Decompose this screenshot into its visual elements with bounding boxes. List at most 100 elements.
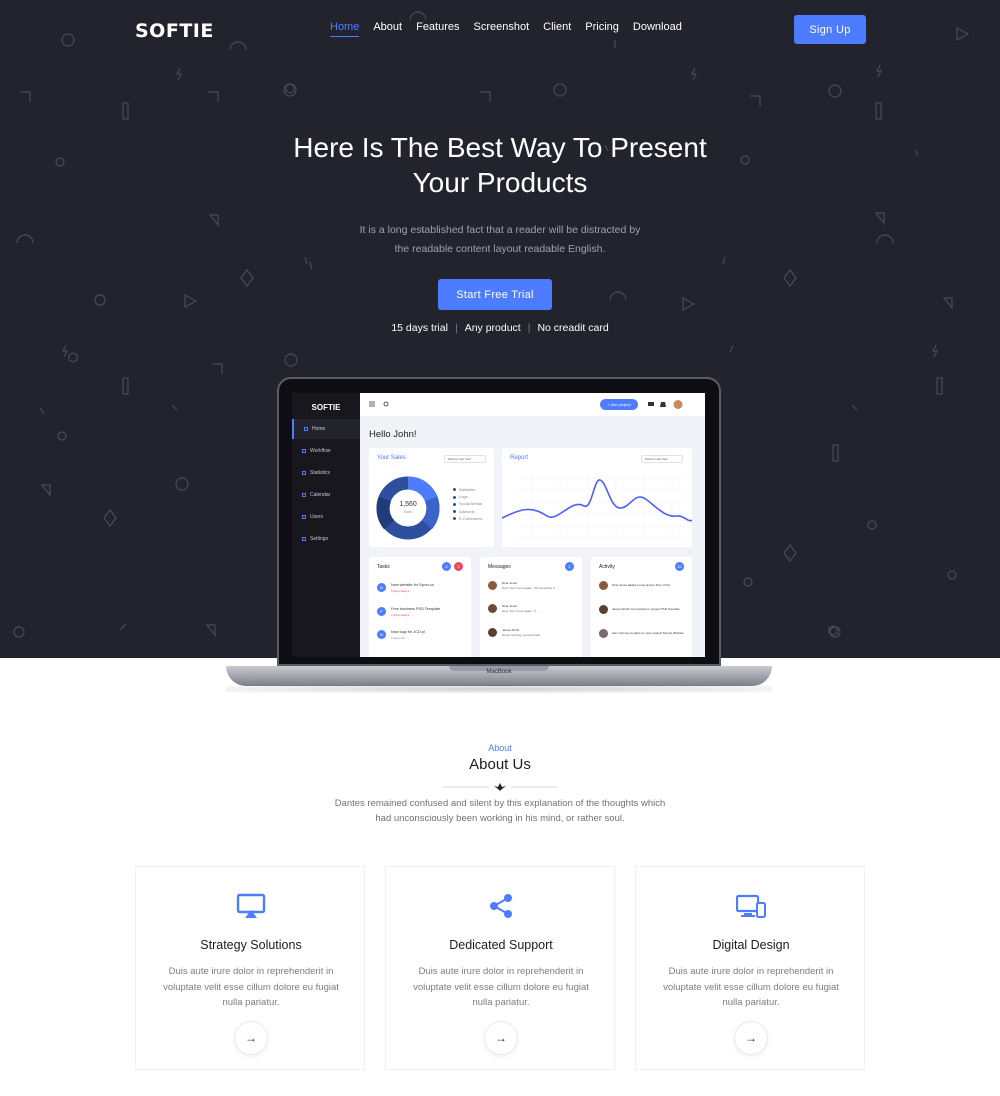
report-card: Report Period: Last Year	[502, 448, 692, 547]
arrow-right-icon: →	[245, 1031, 257, 1045]
dashboard-topbar: + Add project	[360, 393, 705, 416]
nav-screenshot[interactable]: Screenshot	[474, 21, 530, 37]
sales-card-title: Your Sales	[377, 455, 406, 461]
activity-avatar	[599, 629, 608, 638]
message-avatar	[488, 604, 497, 613]
dashboard-nav-users: Users	[292, 507, 360, 527]
tasks-card: Tasks 6 2 N New website for Symu.co 5 da…	[369, 557, 471, 657]
home-icon	[304, 426, 308, 431]
nav-client[interactable]: Client	[543, 21, 571, 37]
sales-donut-chart	[376, 476, 440, 540]
feature-line: Duis aute irure dolor in reprehenderit i…	[668, 966, 834, 977]
settings-icon	[302, 536, 306, 541]
laptop-shadow	[226, 685, 772, 693]
feature-title: Dedicated Support	[449, 938, 553, 952]
task-status: 5 days left	[391, 636, 405, 640]
feature-arrow-button[interactable]: →	[234, 1021, 268, 1055]
start-free-trial-button[interactable]: Start Free Trial	[438, 279, 552, 310]
arrow-right-icon: →	[745, 1031, 757, 1045]
monitor-cast-icon	[236, 893, 266, 918]
dashboard-nav-label: Statistics	[310, 470, 331, 476]
sales-legend: Websites Logo Social Media Adwords E-Com…	[453, 486, 483, 522]
task-avatar: N	[377, 630, 386, 639]
feature-title: Strategy Solutions	[200, 938, 302, 952]
message-avatar	[488, 628, 497, 637]
tasks-badge: 6	[442, 562, 451, 571]
nav-about[interactable]: About	[373, 21, 402, 37]
hero-title-line-2: Your Products	[412, 167, 588, 198]
feature-line: voluptate velit esse cillum dolore eu fu…	[413, 981, 589, 993]
report-card-title: Report	[510, 455, 529, 461]
feature-line: Duis aute irure dolor in reprehenderit i…	[418, 966, 584, 977]
feature-arrow-button[interactable]: →	[484, 1021, 518, 1055]
separator: |	[454, 322, 458, 334]
message-name: Nina Jones	[502, 581, 518, 585]
sales-period: Period: Last Year	[444, 455, 486, 463]
about-kicker: About	[488, 743, 512, 753]
dashboard-nav-statistics: Statistics	[292, 463, 360, 483]
about-description: Dantes remained confused and silent by t…	[320, 796, 680, 826]
main-nav: Home About Features Screenshot Client Pr…	[330, 21, 696, 37]
laptop-brand: MacBook	[486, 669, 512, 675]
trial-card: No creadit card	[537, 322, 609, 334]
leaf-divider-icon	[443, 783, 557, 791]
messages-card: Messages 2 Nina Jones Hey! You! I'm so a…	[480, 557, 582, 657]
feature-title: Digital Design	[712, 938, 790, 952]
dashboard-nav-calendar: Calendar	[292, 485, 360, 505]
activity-avatar	[599, 581, 608, 590]
activity-avatar	[599, 605, 608, 614]
feature-line: Duis aute irure dolor in reprehenderit i…	[168, 966, 334, 977]
legend-item: Social Media	[453, 500, 483, 507]
dashboard-nav-settings: Settings	[292, 529, 360, 549]
about-text-line-1: Dantes remained confused and silent by t…	[334, 798, 666, 809]
trial-days: 15 days trial	[391, 322, 448, 334]
feature-description: Duis aute irure dolor in reprehenderit i…	[398, 964, 604, 1011]
legend-item: E-Commerce	[453, 515, 483, 522]
feature-card-design: Digital Design Duis aute irure dolor in …	[635, 866, 865, 1070]
message-name: James Smith	[502, 628, 520, 632]
devices-icon	[736, 894, 766, 918]
task-status: 2 days delays	[391, 613, 410, 617]
sales-center-label: Sales	[403, 510, 413, 514]
task-avatar: N	[377, 583, 386, 592]
separator: |	[527, 322, 531, 334]
activity-text: James Smith commented on project PSD Tem…	[612, 607, 680, 611]
trial-meta: 15 days trial | Any product | No creadit car…	[0, 322, 1000, 334]
activity-card: Activity 10 Nina Jones added a new proje…	[591, 557, 692, 657]
nav-home[interactable]: Home	[330, 21, 360, 37]
nav-pricing[interactable]: Pricing	[585, 21, 619, 37]
notification-icons	[648, 400, 683, 409]
trial-product: Any product	[464, 322, 521, 334]
hero-title-line-1: Here Is The Best Way To Present	[293, 132, 707, 163]
sales-card: Your Sales Period: Last Year 1,560 Sales…	[369, 448, 494, 547]
activity-title: Activity	[599, 564, 615, 570]
workflow-icon	[302, 448, 306, 453]
feature-line: nulla pariatur.	[722, 997, 780, 1008]
dashboard-nav-label: Workflow	[310, 448, 331, 454]
nav-download[interactable]: Download	[633, 21, 682, 37]
dashboard-nav-label: Settings	[310, 536, 329, 542]
laptop-base: MacBook	[226, 666, 772, 686]
about-text-line-2: had unconsciously been working in his mi…	[375, 813, 625, 824]
task-title: New website for Symu.co	[391, 583, 434, 587]
sign-up-button[interactable]: Sign Up	[794, 15, 866, 44]
message-text: Hey! You! I'm so again : (I ...	[502, 609, 540, 613]
dashboard-logo: SOFTIE	[311, 403, 341, 412]
feature-line: nulla pariatur.	[472, 997, 530, 1008]
messages-title: Messages	[488, 564, 511, 570]
report-period: Period: Last Year	[641, 455, 683, 463]
feature-card-strategy: Strategy Solutions Duis aute irure dolor…	[135, 866, 365, 1070]
dashboard-nav-label: Users	[310, 514, 324, 520]
feature-description: Duis aute irure dolor in reprehenderit i…	[148, 964, 354, 1011]
arrow-right-icon: →	[495, 1031, 507, 1045]
legend-item: Logo	[453, 493, 483, 500]
dashboard-nav-label: Calendar	[310, 492, 331, 498]
feature-arrow-button[interactable]: →	[734, 1021, 768, 1055]
task-title: New logo for JCD.pl	[391, 630, 425, 634]
site-logo[interactable]: SOFTIE	[135, 20, 214, 42]
hero-title: Here Is The Best Way To Present Your Pro…	[0, 130, 1000, 200]
dashboard-screenshot: SOFTIE Home Workflow Statistics Calendar…	[292, 393, 705, 657]
nav-features[interactable]: Features	[416, 21, 459, 37]
dashboard-greeting: Hello John!	[369, 429, 417, 440]
message-text: Good morning, you are fired!	[502, 633, 541, 637]
